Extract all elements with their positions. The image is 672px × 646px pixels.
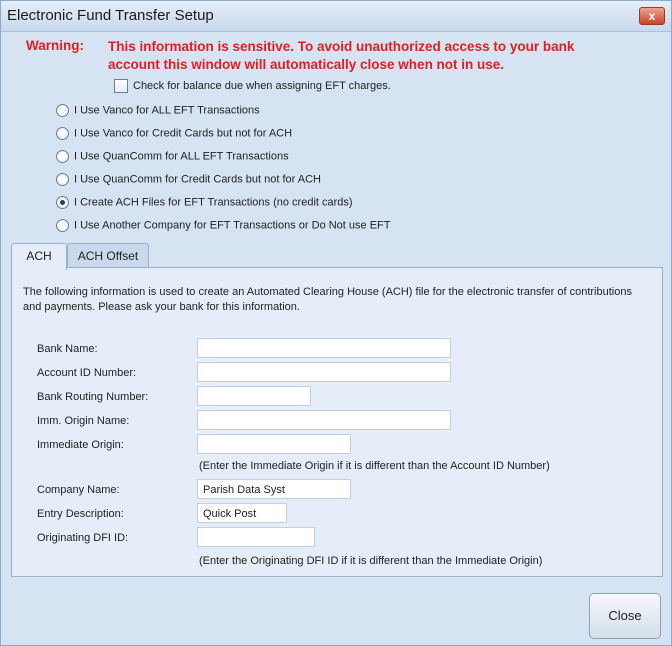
radio-label: I Use Vanco for ALL EFT Transactions <box>74 104 260 117</box>
radio-button[interactable] <box>56 127 69 140</box>
radio-quancomm-credit[interactable]: I Use QuanComm for Credit Cards but not … <box>56 173 321 186</box>
routing-number-label: Bank Routing Number: <box>37 391 149 403</box>
balance-check-row[interactable]: Check for balance due when assigning EFT… <box>114 79 391 93</box>
radio-label: I Create ACH Files for EFT Transactions … <box>74 196 353 209</box>
radio-button[interactable] <box>56 150 69 163</box>
originating-dfi-hint: (Enter the Originating DFI ID if it is d… <box>199 555 543 567</box>
immediate-origin-input[interactable] <box>197 434 351 454</box>
tab-bar: ACH ACH Offset <box>11 243 661 270</box>
imm-origin-name-label: Imm. Origin Name: <box>37 415 130 427</box>
radio-another-company[interactable]: I Use Another Company for EFT Transactio… <box>56 219 390 232</box>
routing-number-input[interactable] <box>197 386 311 406</box>
balance-check-checkbox[interactable] <box>114 79 128 93</box>
immediate-origin-hint: (Enter the Immediate Origin if it is dif… <box>199 460 550 472</box>
radio-label: I Use Another Company for EFT Transactio… <box>74 219 391 232</box>
ach-description: The following information is used to cre… <box>23 286 632 313</box>
radio-button[interactable] <box>56 219 69 232</box>
account-id-input[interactable] <box>197 362 451 382</box>
account-id-label: Account ID Number: <box>37 367 137 379</box>
company-name-input[interactable]: Parish Data Syst <box>197 479 351 499</box>
entry-description-input[interactable]: Quick Post <box>197 503 287 523</box>
close-button[interactable]: Close <box>589 593 661 639</box>
radio-button[interactable] <box>56 104 69 117</box>
radio-button-selected[interactable] <box>56 196 69 209</box>
title-bar: Electronic Fund Transfer Setup x <box>1 1 671 32</box>
radio-quancomm-all[interactable]: I Use QuanComm for ALL EFT Transactions <box>56 150 289 163</box>
warning-text: This information is sensitive. To avoid … <box>108 39 575 72</box>
close-window-icon[interactable]: x <box>639 7 665 25</box>
entry-description-label: Entry Description: <box>37 508 124 520</box>
warning-label: Warning: <box>26 38 84 53</box>
radio-vanco-credit[interactable]: I Use Vanco for Credit Cards but not for… <box>56 127 292 140</box>
company-name-label: Company Name: <box>37 484 120 496</box>
imm-origin-name-input[interactable] <box>197 410 451 430</box>
radio-label: I Use Vanco for Credit Cards but not for… <box>74 127 293 140</box>
radio-button[interactable] <box>56 173 69 186</box>
radio-vanco-all[interactable]: I Use Vanco for ALL EFT Transactions <box>56 104 260 117</box>
originating-dfi-label: Originating DFI ID: <box>37 532 129 544</box>
tab-ach[interactable]: ACH <box>11 243 67 270</box>
radio-label: I Use QuanComm for Credit Cards but not … <box>74 173 321 186</box>
immediate-origin-label: Immediate Origin: <box>37 439 124 451</box>
balance-check-label: Check for balance due when assigning EFT… <box>133 79 391 92</box>
bank-name-label: Bank Name: <box>37 343 98 355</box>
bank-name-input[interactable] <box>197 338 451 358</box>
radio-label: I Use QuanComm for ALL EFT Transactions <box>74 150 289 163</box>
radio-ach-files[interactable]: I Create ACH Files for EFT Transactions … <box>56 196 353 209</box>
window-title: Electronic Fund Transfer Setup <box>7 7 214 24</box>
tab-ach-offset[interactable]: ACH Offset <box>67 243 149 268</box>
originating-dfi-input[interactable] <box>197 527 315 547</box>
eft-setup-window: Electronic Fund Transfer Setup x Warning… <box>0 0 672 646</box>
